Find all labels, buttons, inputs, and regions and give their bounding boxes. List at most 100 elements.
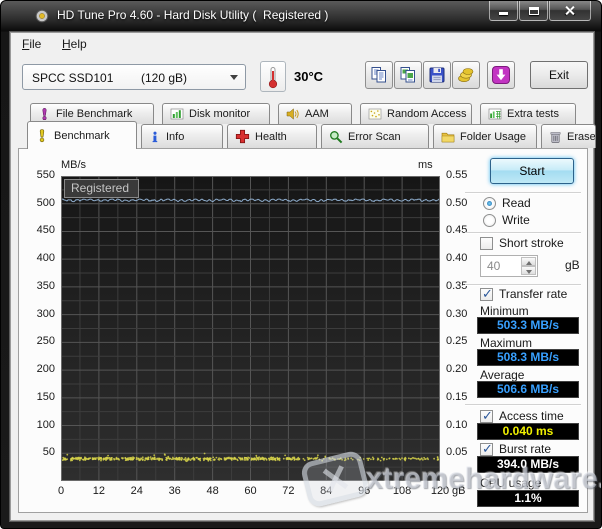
x-tick-label: 108 [392, 485, 412, 497]
download-arrow-icon [492, 66, 510, 84]
chevron-down-icon [230, 75, 238, 80]
burst-rate-option[interactable]: Burst rate [480, 441, 552, 457]
short-stroke-size-input[interactable]: 40 [480, 255, 538, 277]
tab-label: Info [166, 130, 185, 143]
tab-label: Health [255, 130, 287, 143]
file-benchmark-icon [42, 108, 47, 121]
thermometer-icon [268, 66, 278, 88]
tab-aam[interactable]: AAM [278, 103, 352, 124]
y-right-tick-label: 0.30 [446, 307, 468, 320]
menu-help[interactable]: Help [56, 35, 93, 53]
extra-tests-icon [488, 108, 502, 120]
y-left-tick-label: 150 [36, 390, 55, 403]
y-left-tick-label: 100 [36, 418, 55, 431]
start-button[interactable]: Start [490, 158, 574, 184]
exit-button[interactable]: Exit [530, 61, 588, 89]
x-tick-label: 84 [320, 485, 333, 497]
speaker-icon [286, 108, 299, 120]
access-time-option[interactable]: Access time [480, 408, 564, 424]
trash-icon [550, 131, 561, 143]
access-time-value: 0.040 ms [477, 423, 579, 440]
tab-disk-monitor[interactable]: Disk monitor [162, 103, 270, 124]
y-right-tick-label: 0.15 [446, 390, 468, 403]
copy-screenshot-icon [400, 67, 415, 83]
tab-label: File Benchmark [56, 108, 133, 120]
y-left-tick-label: 500 [36, 196, 55, 209]
spinner-arrows [521, 257, 536, 275]
minimum-label: Minimum [480, 304, 529, 318]
maximum-label: Maximum [480, 336, 533, 350]
random-access-icon [368, 108, 382, 120]
tab-extra-tests[interactable]: Extra tests [480, 103, 576, 124]
x-tick-label: 24 [130, 485, 143, 497]
tab-error-scan[interactable]: Error Scan [321, 124, 429, 148]
tab-benchmark[interactable]: Benchmark [27, 121, 137, 149]
minimize-button[interactable] [489, 1, 518, 21]
window-title: HD Tune Pro 4.60 - Hard Disk Utility ( R… [57, 8, 329, 22]
title-bar[interactable]: HD Tune Pro 4.60 - Hard Disk Utility ( R… [1, 1, 601, 31]
burst-rate-checkbox[interactable] [480, 441, 493, 457]
copy-text-icon [371, 67, 386, 83]
short-stroke-checkbox[interactable] [480, 236, 493, 250]
y-left-tick-label: 250 [36, 335, 55, 348]
tab-erase[interactable]: Erase [541, 124, 596, 148]
x-tick-label: 0 [57, 485, 65, 497]
burst-rate-label: Burst rate [499, 442, 552, 456]
coins-button[interactable] [452, 61, 480, 89]
maximize-button[interactable] [519, 1, 548, 21]
copy-screenshot-button[interactable] [394, 61, 422, 89]
menu-file[interactable]: File [16, 35, 47, 53]
write-radio-option[interactable]: Write [483, 213, 530, 227]
temperature-button[interactable] [260, 61, 286, 92]
benchmark-plot: Registered [60, 175, 441, 482]
tab-label: Random Access [387, 108, 467, 120]
short-stroke-label: Short stroke [499, 236, 564, 250]
access-time-checkbox[interactable] [480, 408, 493, 424]
folder-icon [441, 132, 455, 142]
tab-random-access[interactable]: Random Access [360, 103, 472, 124]
drive-selector[interactable]: SPCC SSD101 (120 gB) [22, 64, 246, 90]
tab-label: AAM [305, 108, 329, 120]
tab-info[interactable]: Info [141, 124, 223, 148]
copy-text-button[interactable] [365, 61, 393, 89]
transfer-rate-option[interactable]: Transfer rate [480, 286, 567, 302]
x-tick-label: 72 [282, 485, 295, 497]
tab-label: Error Scan [348, 130, 401, 143]
capture-button[interactable] [487, 61, 515, 89]
burst-rate-value: 394.0 MB/s [477, 456, 579, 473]
save-screenshot-button[interactable] [423, 61, 451, 89]
tab-label: Benchmark [54, 129, 110, 142]
temperature-value: 30°C [294, 69, 324, 84]
health-cross-icon [235, 129, 250, 144]
separator [465, 404, 581, 406]
cpu-usage-value: 1.1% [477, 490, 579, 507]
read-radio[interactable] [483, 196, 496, 210]
access-time-label: Access time [499, 409, 564, 423]
info-icon [152, 131, 158, 142]
close-icon [565, 5, 576, 16]
separator [465, 192, 581, 194]
drive-model: SPCC SSD101 [32, 71, 114, 85]
short-stroke-option[interactable]: Short stroke [480, 236, 564, 250]
minimum-value: 503.3 MB/s [477, 317, 579, 334]
tab-health[interactable]: Health [227, 124, 317, 148]
read-radio-option[interactable]: Read [483, 196, 531, 210]
spinner-down-icon[interactable] [521, 266, 536, 275]
window-controls [488, 1, 591, 21]
tab-label: Folder Usage [460, 130, 527, 143]
tab-label: Disk monitor [189, 108, 251, 120]
x-tick-label: 48 [206, 485, 219, 497]
tab-folder-usage[interactable]: Folder Usage [433, 124, 537, 148]
transfer-rate-checkbox[interactable] [480, 286, 493, 302]
spinner-up-icon[interactable] [521, 257, 536, 266]
disk-monitor-icon [170, 108, 184, 120]
y-right-tick-label: 0.45 [446, 224, 468, 237]
short-stroke-value: 40 [487, 259, 501, 273]
x-tick-label: 120 [430, 485, 450, 497]
x-tick-label: 12 [92, 485, 106, 497]
y-left-tick-label: 550 [36, 169, 55, 181]
close-button[interactable] [549, 1, 591, 21]
app-window: HD Tune Pro 4.60 - Hard Disk Utility ( R… [0, 0, 602, 529]
y-right-tick-label: 0.10 [446, 418, 468, 431]
write-radio[interactable] [483, 213, 496, 227]
